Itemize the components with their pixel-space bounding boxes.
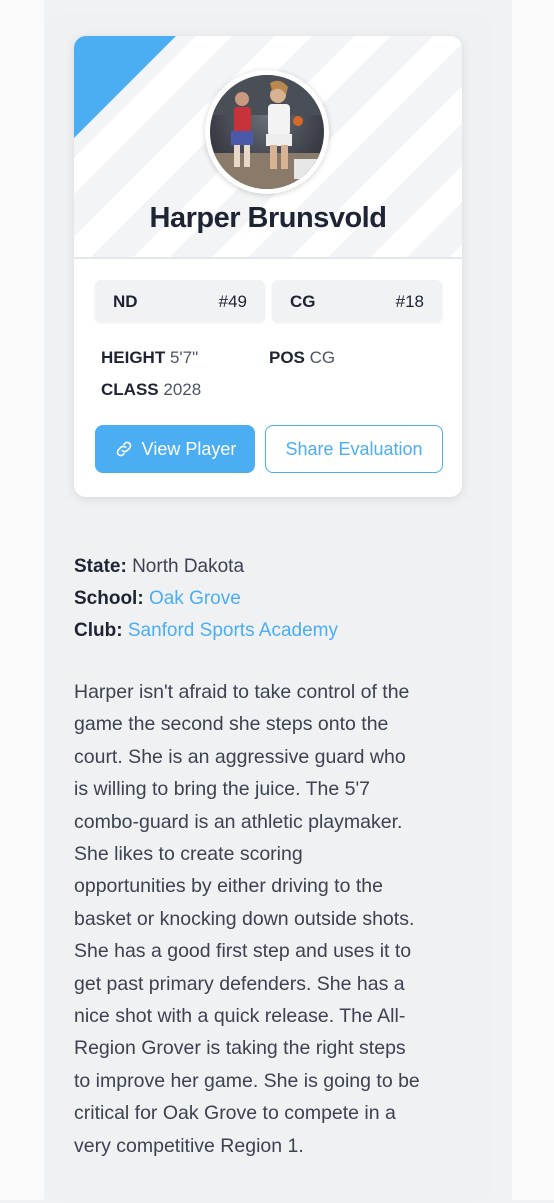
rank-label: ND bbox=[113, 292, 138, 311]
player-name: Harper Brunsvold bbox=[149, 202, 387, 234]
class-label: CLASS bbox=[101, 380, 159, 399]
pos-label: POS bbox=[269, 348, 305, 367]
share-evaluation-button[interactable]: Share Evaluation bbox=[265, 425, 443, 473]
view-player-button[interactable]: View Player bbox=[95, 425, 255, 473]
bio-line: opportunities by either driving to the bbox=[74, 875, 383, 898]
position-attribute: POS CG bbox=[269, 348, 335, 368]
link-icon bbox=[114, 439, 134, 459]
school-label: School: bbox=[74, 588, 144, 609]
right-gutter bbox=[512, 0, 554, 1200]
bio-line: is willing to bring the juice. The 5'7 bbox=[74, 778, 371, 801]
avatar bbox=[205, 70, 329, 194]
state-value: North Dakota bbox=[132, 556, 245, 577]
club-label: Club: bbox=[74, 620, 123, 641]
bio-line: critical for Oak Grove to compete in a bbox=[74, 1102, 396, 1125]
player-photo bbox=[210, 75, 324, 189]
card-header: Harper Brunsvold bbox=[74, 36, 462, 259]
evaluation-text: Harper isn't afraid to take control of t… bbox=[74, 676, 474, 1162]
bio-line: very competitive Region 1. bbox=[74, 1134, 304, 1157]
pos-value: CG bbox=[309, 348, 336, 367]
bio-line: Region Grover is taking the right steps bbox=[74, 1037, 406, 1060]
bio-line: nice shot with a quick release. The All- bbox=[74, 1005, 406, 1028]
share-evaluation-label: Share Evaluation bbox=[285, 438, 423, 459]
bio-line: get past primary defenders. She has a bbox=[74, 972, 405, 995]
bio-line: She has a good first step and uses it to bbox=[74, 940, 412, 963]
club-row: Club: Sanford Sports Academy bbox=[74, 620, 338, 642]
left-gutter bbox=[0, 0, 44, 1200]
class-attribute: CLASS 2028 bbox=[101, 380, 201, 400]
state-label: State: bbox=[74, 556, 127, 577]
bio-line: to improve her game. She is going to be bbox=[74, 1069, 420, 1092]
rank-value: #18 bbox=[395, 292, 424, 311]
state-rank-badge: ND #49 bbox=[95, 280, 265, 322]
bio-line: game the second she steps onto the bbox=[74, 713, 389, 736]
school-row: School: Oak Grove bbox=[74, 588, 241, 610]
view-player-label: View Player bbox=[141, 438, 237, 459]
rank-value: #49 bbox=[218, 292, 247, 311]
class-value: 2028 bbox=[163, 380, 202, 399]
corner-accent bbox=[74, 36, 176, 138]
bio-line: She likes to create scoring bbox=[74, 843, 303, 866]
rank-label: CG bbox=[290, 292, 316, 311]
height-value: 5'7" bbox=[169, 348, 199, 367]
bio-line: basket or knocking down outside shots. bbox=[74, 907, 415, 930]
bio-line: court. She is an aggressive guard who bbox=[74, 745, 406, 768]
height-label: HEIGHT bbox=[101, 348, 166, 367]
bio-line: combo-guard is an athletic playmaker. bbox=[74, 810, 403, 833]
bio-line: Harper isn't afraid to take control of t… bbox=[74, 681, 410, 703]
height-attribute: HEIGHT 5'7" bbox=[101, 348, 198, 368]
state-row: State: North Dakota bbox=[74, 556, 244, 578]
player-card: Harper Brunsvold ND #49 CG #18 HEIGHT 5'… bbox=[74, 36, 462, 497]
club-link[interactable]: Sanford Sports Academy bbox=[128, 620, 338, 641]
position-rank-badge: CG #18 bbox=[272, 280, 442, 322]
school-link[interactable]: Oak Grove bbox=[149, 588, 241, 609]
